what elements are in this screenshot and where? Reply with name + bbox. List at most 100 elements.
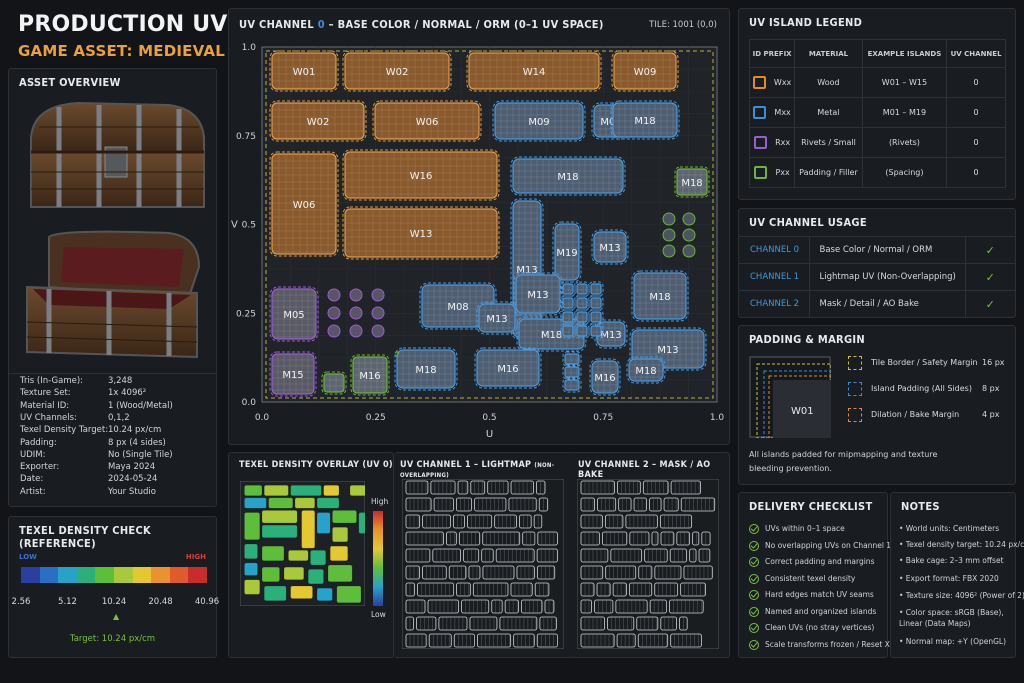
x-tick: 0.25 [366,413,386,423]
spec-row: Date: 2024-05-24 [20,474,157,485]
uv-island-wood: W06 [269,151,339,257]
overlay-island [316,587,333,601]
spec-label: Material ID: [20,400,70,411]
chest-closed-image [30,101,205,208]
uv-island-metal: M13 [513,272,563,316]
overlay-island [244,562,258,576]
check-icon [749,606,759,617]
uv-island-label: M19 [556,248,577,259]
overlay-island [283,566,305,580]
uv-island-wood: W16 [342,149,500,201]
padding-panel: PADDING & MARGIN W01 Tile Border / Safet… [738,325,1016,485]
usage-purpose: Lightmap UV (Non-Overlapping) [809,263,966,291]
checklist-panel: DELIVERY CHECKLIST UVs within 0–1 space N… [738,492,909,658]
uv-island-metal: M18 [510,156,626,196]
uv-spacer [682,228,696,242]
note-item: • Texel density target: 10.24 px/cm [899,540,1024,549]
tile-label: TILE: 1001 (0,0) [649,20,717,30]
uv-island-metal [574,309,590,325]
check-icon [749,540,759,551]
uv-island-metal: M16 [474,347,542,389]
overlay-island [327,564,353,583]
usage-channel: CHANNEL 2 [739,290,810,318]
density-tick: 2.56 [11,597,31,607]
legend-material: Wood [794,67,863,98]
density-swatch [21,567,40,583]
overlay-island [358,512,365,534]
spec-value: Maya 2024 [108,462,156,473]
overlay-island [244,579,261,595]
uv-island-metal [562,377,582,393]
uv-island-pad [321,371,347,395]
uv-island-wood: W13 [342,206,500,260]
check-icon [749,623,759,633]
uv-island-metal: M18 [610,100,680,140]
x-tick: 0.0 [255,413,270,423]
uv-island-metal [588,295,604,311]
spec-value: 2024-05-24 [108,474,158,485]
legend-row: Pxx Padding / Filler (Spacing) 0 [748,157,1006,188]
note-item: • World units: Centimeters [899,524,1000,533]
check-icon [749,590,759,600]
overlay-island [261,510,298,524]
overlay-island [332,526,349,543]
check-icon [749,573,759,584]
uv-island-metal [574,323,590,339]
overlay-island [244,512,261,541]
uv-island-label: W16 [410,171,433,182]
uv-island-rivet: M05 [269,286,319,342]
mask-uv-preview [577,479,719,649]
legend-header-examples: EXAMPLE ISLANDS [861,39,948,68]
legend-swatch [753,106,767,119]
checklist-item: UVs within 0–1 space [749,524,845,534]
density-swatch [188,567,207,583]
density-color-bar [21,567,207,583]
uv-island-metal [574,295,590,311]
overlay-island [244,484,263,496]
spec-label: Date: [20,474,44,485]
preview-tile [577,479,719,649]
x-tick: 0.75 [593,413,613,423]
uv-island-rivet: M15 [269,351,317,397]
y-tick: 0.25 [236,309,256,319]
uv-island-label: M13 [516,265,537,276]
uv-rivet [327,324,341,338]
checklist-title: DELIVERY CHECKLIST [749,500,873,513]
uv-island-metal: M18 [394,347,458,391]
overlay-island [244,497,267,509]
legend-examples: W01 – W15 [861,67,948,98]
texel-check-title: TEXEL DENSITY CHECK (REFERENCE) [19,524,152,550]
overlay-island [263,585,287,601]
checklist-item: Clean UVs (no stray vertices) [749,623,874,633]
uv-island-metal: M19 [552,221,582,283]
uv-rivet [349,288,363,302]
uv-rivet [371,288,385,302]
legend-swatch [754,166,768,179]
uv-main-panel: UV CHANNEL 0 – BASE COLOR / NORMAL / ORM… [228,8,730,445]
uv-island-metal: M13 [591,229,629,265]
uv-rivet [327,306,341,320]
spec-row: Artist: Your Studio [20,487,156,497]
note-item: • Normal map: +Y (OpenGL) [899,637,1007,646]
uv-island-label: W02 [307,117,330,128]
legend-row: Mxx Metal M01 – M19 0 [748,97,1006,128]
spec-row: Texture Set: 1x 4096² [20,388,146,398]
uv-island-metal: M16 [589,358,621,396]
usage-channel: CHANNEL 0 [739,236,810,264]
spec-label: Tris (In-Game): [20,376,84,386]
y-axis-label: V [231,220,238,231]
uv-island-label: M18 [635,366,656,377]
uv-island-label: M15 [282,370,303,381]
legend-swatch [754,136,768,149]
uv-island-wood: W01 [269,50,339,92]
overlay-island [244,543,258,559]
overlay-island [323,484,340,496]
padding-title: PADDING & MARGIN [749,333,865,346]
uv-island-metal [562,351,582,367]
spec-value: Your Studio [108,486,156,497]
low-label: LOW [19,553,37,561]
uv-island-metal: M13 [510,198,544,340]
channel2-title: UV CHANNEL 2 – MASK / AO BAKE [578,460,711,480]
overlay-island [268,497,294,509]
target-label: Target: 10.24 px/cm [69,634,156,644]
